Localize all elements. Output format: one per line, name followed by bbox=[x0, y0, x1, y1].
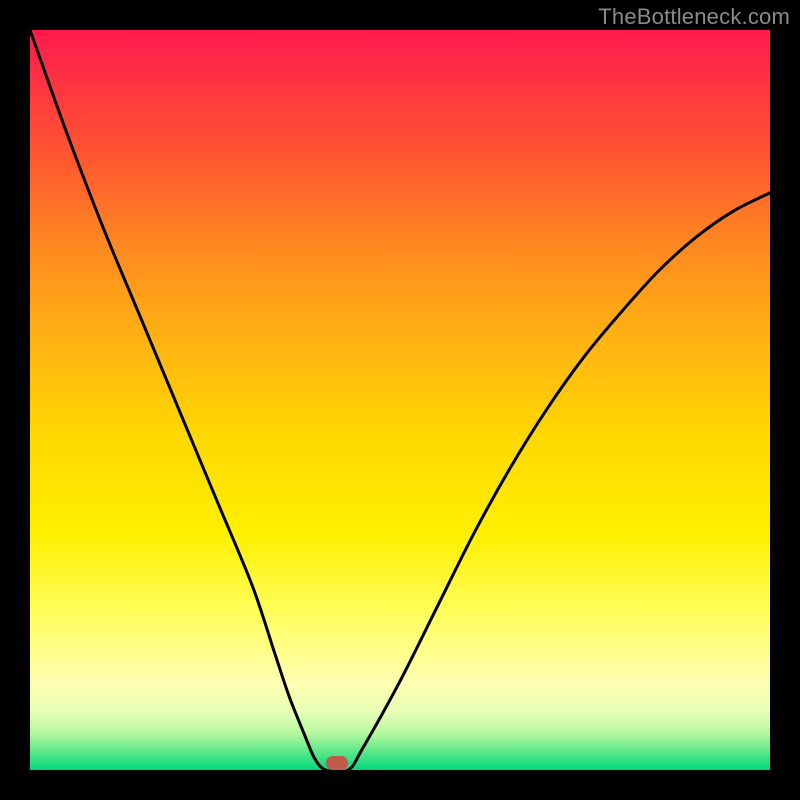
chart-marker bbox=[326, 756, 348, 770]
watermark-text: TheBottleneck.com bbox=[598, 4, 790, 30]
chart-curve bbox=[30, 30, 770, 770]
chart-plot-area bbox=[30, 30, 770, 770]
chart-curve-svg bbox=[30, 30, 770, 770]
chart-frame: TheBottleneck.com bbox=[0, 0, 800, 800]
